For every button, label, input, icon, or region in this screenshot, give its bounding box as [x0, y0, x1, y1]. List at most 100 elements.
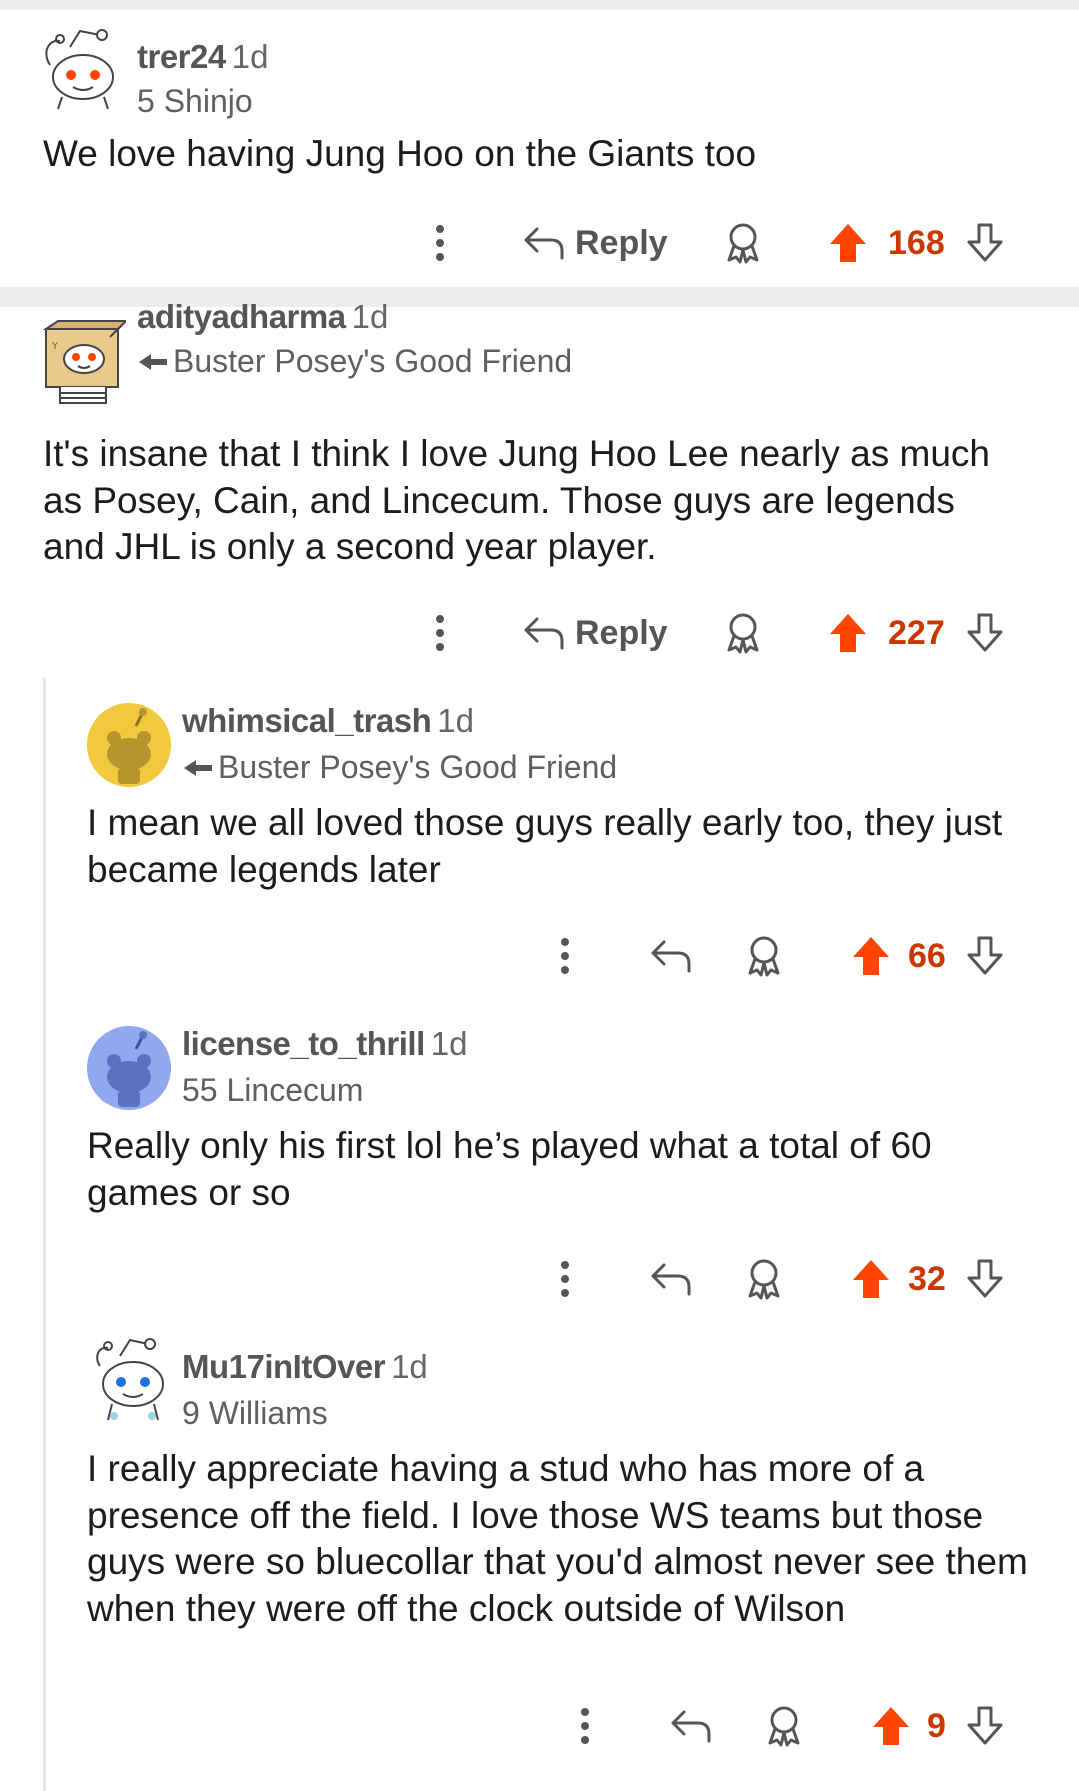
downvote-arrow-icon [967, 223, 1003, 262]
user-flair: 55 Lincecum [182, 1070, 363, 1110]
more-options-button[interactable] [550, 926, 580, 986]
downvote-arrow-icon [967, 613, 1003, 652]
downvote-button[interactable] [966, 1696, 1004, 1756]
comment: trer24 1d 5 Shinjo We love having Jung Ho… [0, 0, 1079, 287]
comment: Mu17inItOver 1d 9 Williams I really appre… [0, 1336, 1079, 1791]
more-options-button[interactable] [550, 1249, 580, 1309]
flair-text: Buster Posey's Good Friend [173, 343, 573, 379]
reply-label: Reply [575, 223, 668, 262]
vote-score: 227 [888, 603, 945, 663]
reply-button[interactable] [670, 1696, 712, 1756]
vote-score: 9 [927, 1696, 946, 1756]
score-value: 32 [908, 1259, 946, 1298]
comment: whimsical_trash 1d Buster Posey's Good Fr… [0, 690, 1079, 1010]
award-button[interactable] [724, 603, 762, 663]
snoo-yellow-avatar [87, 703, 171, 787]
award-button[interactable] [745, 926, 783, 986]
avatar[interactable]: Y [40, 319, 126, 405]
comment-body: I really appreciate having a stud who ha… [87, 1448, 1028, 1629]
upvote-button[interactable] [828, 213, 868, 273]
reply-arrow-icon [524, 227, 564, 260]
vote-score: 66 [908, 926, 946, 986]
more-options-button[interactable] [425, 603, 455, 663]
user-flair: 9 Williams [182, 1393, 328, 1433]
avatar[interactable] [86, 1025, 172, 1111]
comment-body: We love having Jung Hoo on the Giants to… [43, 133, 757, 174]
flair-text: 5 Shinjo [137, 83, 253, 119]
username[interactable]: whimsical_trash [182, 702, 432, 739]
award-button[interactable] [745, 1249, 783, 1309]
username[interactable]: trer24 [137, 38, 226, 75]
downvote-button[interactable] [966, 926, 1004, 986]
upvote-arrow-icon [853, 937, 889, 975]
upvote-button[interactable] [828, 603, 868, 663]
timestamp: 1d [231, 38, 269, 75]
svg-text:Y: Y [51, 341, 59, 352]
reply-button[interactable] [650, 1249, 692, 1309]
vote-score: 168 [888, 213, 945, 273]
comment-body: I mean we all loved those guys really ea… [87, 802, 1003, 890]
username[interactable]: Mu17inItOver [182, 1348, 386, 1385]
reply-button[interactable] [650, 926, 692, 986]
score-value: 9 [927, 1706, 946, 1745]
award-button[interactable] [765, 1696, 803, 1756]
reply-arrow-icon [651, 1263, 691, 1296]
avatar[interactable] [86, 702, 172, 788]
snoo-box-costume-avatar: Y [42, 320, 126, 404]
more-vertical-icon [581, 1708, 589, 1744]
award-icon [768, 1706, 800, 1747]
more-options-button[interactable] [425, 213, 455, 273]
award-icon [748, 1259, 780, 1300]
timestamp: 1d [437, 702, 474, 739]
upvote-arrow-icon [830, 224, 866, 262]
downvote-arrow-icon [967, 1706, 1003, 1745]
timestamp: 1d [351, 298, 389, 335]
reply-arrow-icon [671, 1710, 711, 1743]
more-vertical-icon [436, 615, 444, 651]
more-vertical-icon [436, 225, 444, 261]
author-line: trer24 1d [137, 37, 268, 77]
flair-text: Buster Posey's Good Friend [218, 749, 618, 785]
comment-actions: 32 [0, 1249, 1079, 1309]
username[interactable]: adityadharma [137, 298, 346, 335]
vote-score: 32 [908, 1249, 946, 1309]
downvote-arrow-icon [967, 1259, 1003, 1298]
more-vertical-icon [561, 1261, 569, 1297]
avatar[interactable] [90, 1336, 176, 1422]
upvote-button[interactable] [851, 926, 891, 986]
avatar[interactable] [40, 25, 126, 111]
upvote-button[interactable] [871, 1696, 911, 1756]
award-icon [727, 223, 759, 264]
user-flair: Buster Posey's Good Friend [137, 341, 572, 381]
upvote-button[interactable] [851, 1249, 891, 1309]
reply-arrow-icon [651, 940, 691, 973]
flair-arrow-icon [139, 353, 167, 370]
username[interactable]: license_to_thrill [182, 1025, 425, 1062]
author-line: Mu17inItOver 1d [182, 1347, 428, 1387]
reply-arrow-icon [524, 617, 564, 650]
comment: Y adityadharma 1d Buster Posey's Good Fri… [0, 298, 1079, 654]
reply-button[interactable]: Reply [523, 603, 668, 663]
comment-actions: 9 [0, 1696, 1079, 1756]
comment-body: Really only his first lol he’s played wh… [87, 1125, 932, 1213]
score-value: 227 [888, 613, 945, 652]
flair-arrow-icon [184, 759, 212, 776]
downvote-button[interactable] [966, 213, 1004, 273]
comment-actions: Reply 168 [0, 213, 1079, 273]
snoo-default-blue-eye-avatar [96, 1338, 164, 1421]
downvote-button[interactable] [966, 603, 1004, 663]
author-line: adityadharma 1d [137, 297, 388, 337]
reply-button[interactable]: Reply [523, 213, 668, 273]
author-line: whimsical_trash 1d [182, 701, 474, 741]
downvote-button[interactable] [966, 1249, 1004, 1309]
upvote-arrow-icon [873, 1707, 909, 1745]
snoo-default-avatar [45, 29, 114, 110]
comment-actions: 66 [0, 926, 1079, 986]
upvote-arrow-icon [830, 614, 866, 652]
flair-text: 55 Lincecum [182, 1072, 364, 1108]
more-options-button[interactable] [570, 1696, 600, 1756]
comment-body: It's insane that I think I love Jung Hoo… [43, 433, 990, 567]
more-vertical-icon [561, 938, 569, 974]
award-button[interactable] [724, 213, 762, 273]
reply-label: Reply [575, 613, 668, 652]
